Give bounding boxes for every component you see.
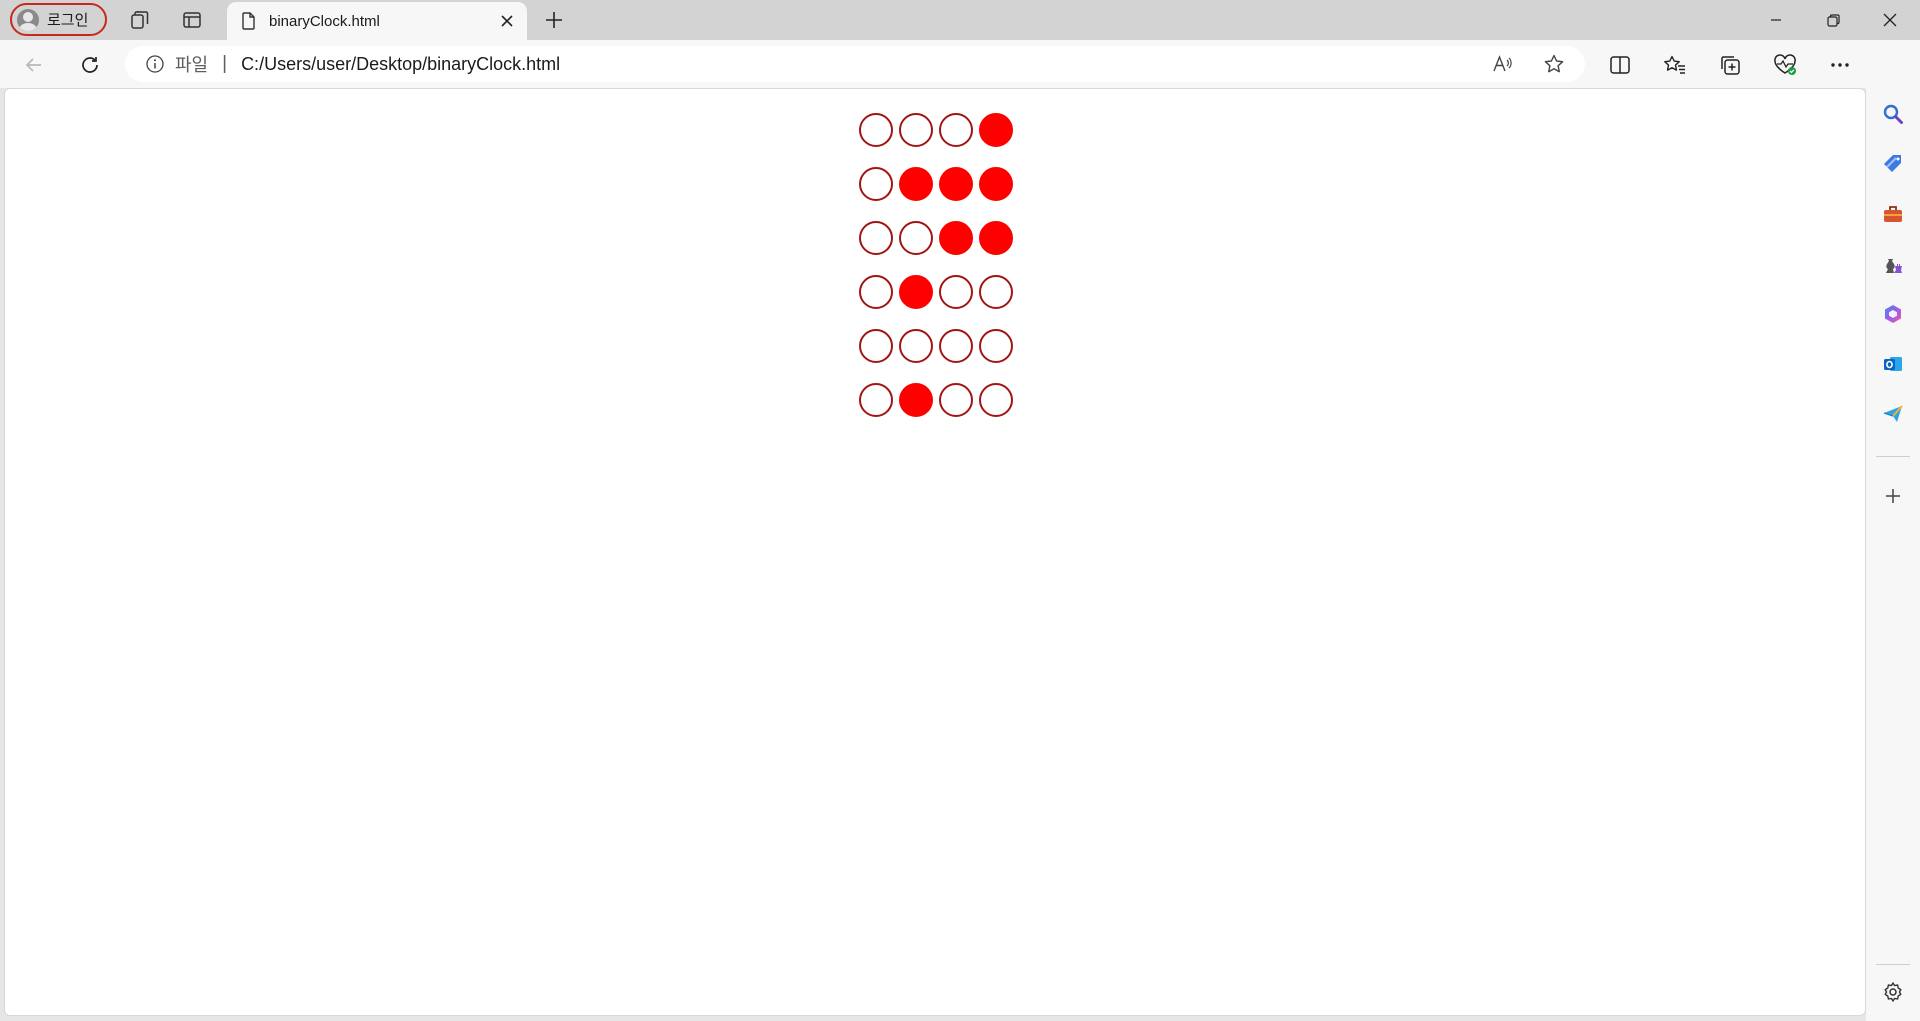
clock-row xyxy=(859,275,1019,311)
bit-off xyxy=(859,221,893,255)
tab-strip: 로그인 binaryClock.html xyxy=(0,0,1920,40)
back-icon[interactable] xyxy=(21,52,47,78)
bit-on xyxy=(979,113,1013,147)
settings-icon[interactable] xyxy=(1881,980,1905,1004)
chess-icon[interactable] xyxy=(1881,252,1905,276)
close-tab-icon[interactable] xyxy=(497,11,517,31)
bit-on xyxy=(899,383,933,417)
bit-off xyxy=(939,113,973,147)
bit-off xyxy=(859,383,893,417)
info-icon[interactable] xyxy=(145,54,165,74)
url-separator: | xyxy=(222,53,228,74)
bit-off xyxy=(859,167,893,201)
address-bar[interactable]: 파일 | C:/Users/user/Desktop/binaryClock.h… xyxy=(125,46,1585,82)
collections-icon[interactable] xyxy=(1717,52,1743,78)
bit-off xyxy=(979,275,1013,309)
bit-on xyxy=(939,167,973,201)
sidebar-divider xyxy=(1876,456,1910,457)
clock-row xyxy=(859,167,1019,203)
bit-off xyxy=(899,329,933,363)
vertical-tabs-icon[interactable] xyxy=(180,8,204,32)
favorites-icon[interactable] xyxy=(1662,52,1688,78)
sidebar-divider-bottom xyxy=(1876,964,1910,965)
bit-off xyxy=(899,221,933,255)
clock-row xyxy=(859,329,1019,365)
more-options-icon[interactable] xyxy=(1827,52,1853,78)
restore-icon[interactable] xyxy=(1806,0,1860,40)
bit-off xyxy=(899,113,933,147)
clock-row xyxy=(859,113,1019,149)
outlook-icon[interactable] xyxy=(1881,352,1905,376)
split-screen-icon[interactable] xyxy=(1607,52,1633,78)
page-content xyxy=(4,88,1866,1016)
bit-on xyxy=(899,275,933,309)
refresh-icon[interactable] xyxy=(77,52,103,78)
tab-title: binaryClock.html xyxy=(269,12,380,30)
bit-on xyxy=(979,167,1013,201)
bit-on xyxy=(979,221,1013,255)
file-icon xyxy=(242,12,255,30)
tab-active[interactable]: binaryClock.html xyxy=(227,2,527,40)
toolbar: 파일 | C:/Users/user/Desktop/binaryClock.h… xyxy=(0,40,1920,88)
bit-on xyxy=(899,167,933,201)
close-window-icon[interactable] xyxy=(1863,0,1917,40)
new-tab-icon[interactable] xyxy=(542,8,566,32)
bit-off xyxy=(859,113,893,147)
bit-off xyxy=(939,383,973,417)
browser-essentials-icon[interactable] xyxy=(1772,52,1798,78)
tag-icon[interactable] xyxy=(1881,152,1905,176)
bit-off xyxy=(979,383,1013,417)
search-icon[interactable] xyxy=(1881,102,1905,126)
minimize-icon[interactable] xyxy=(1749,0,1803,40)
bit-off xyxy=(859,275,893,309)
office-icon[interactable] xyxy=(1881,302,1905,326)
bit-off xyxy=(939,275,973,309)
binary-clock xyxy=(859,113,1019,437)
bit-off xyxy=(979,329,1013,363)
read-aloud-icon[interactable] xyxy=(1491,53,1513,75)
toolbox-icon[interactable] xyxy=(1881,202,1905,226)
clock-row xyxy=(859,221,1019,257)
bit-off xyxy=(939,329,973,363)
url-text[interactable]: C:/Users/user/Desktop/binaryClock.html xyxy=(241,54,560,75)
workspaces-icon[interactable] xyxy=(128,8,152,32)
favorite-star-icon[interactable] xyxy=(1543,53,1565,75)
scheme-label: 파일 xyxy=(175,55,209,76)
profile-button[interactable]: 로그인 xyxy=(10,3,107,36)
add-icon[interactable] xyxy=(1881,484,1905,508)
profile-label: 로그인 xyxy=(47,11,89,29)
avatar-icon xyxy=(17,8,39,31)
bit-on xyxy=(939,221,973,255)
send-icon[interactable] xyxy=(1881,402,1905,426)
clock-row xyxy=(859,383,1019,419)
edge-sidebar xyxy=(1866,40,1920,1021)
browser-window: 로그인 binaryClock.html 파일 | C:/Users/user/… xyxy=(0,0,1920,1021)
bit-off xyxy=(859,329,893,363)
